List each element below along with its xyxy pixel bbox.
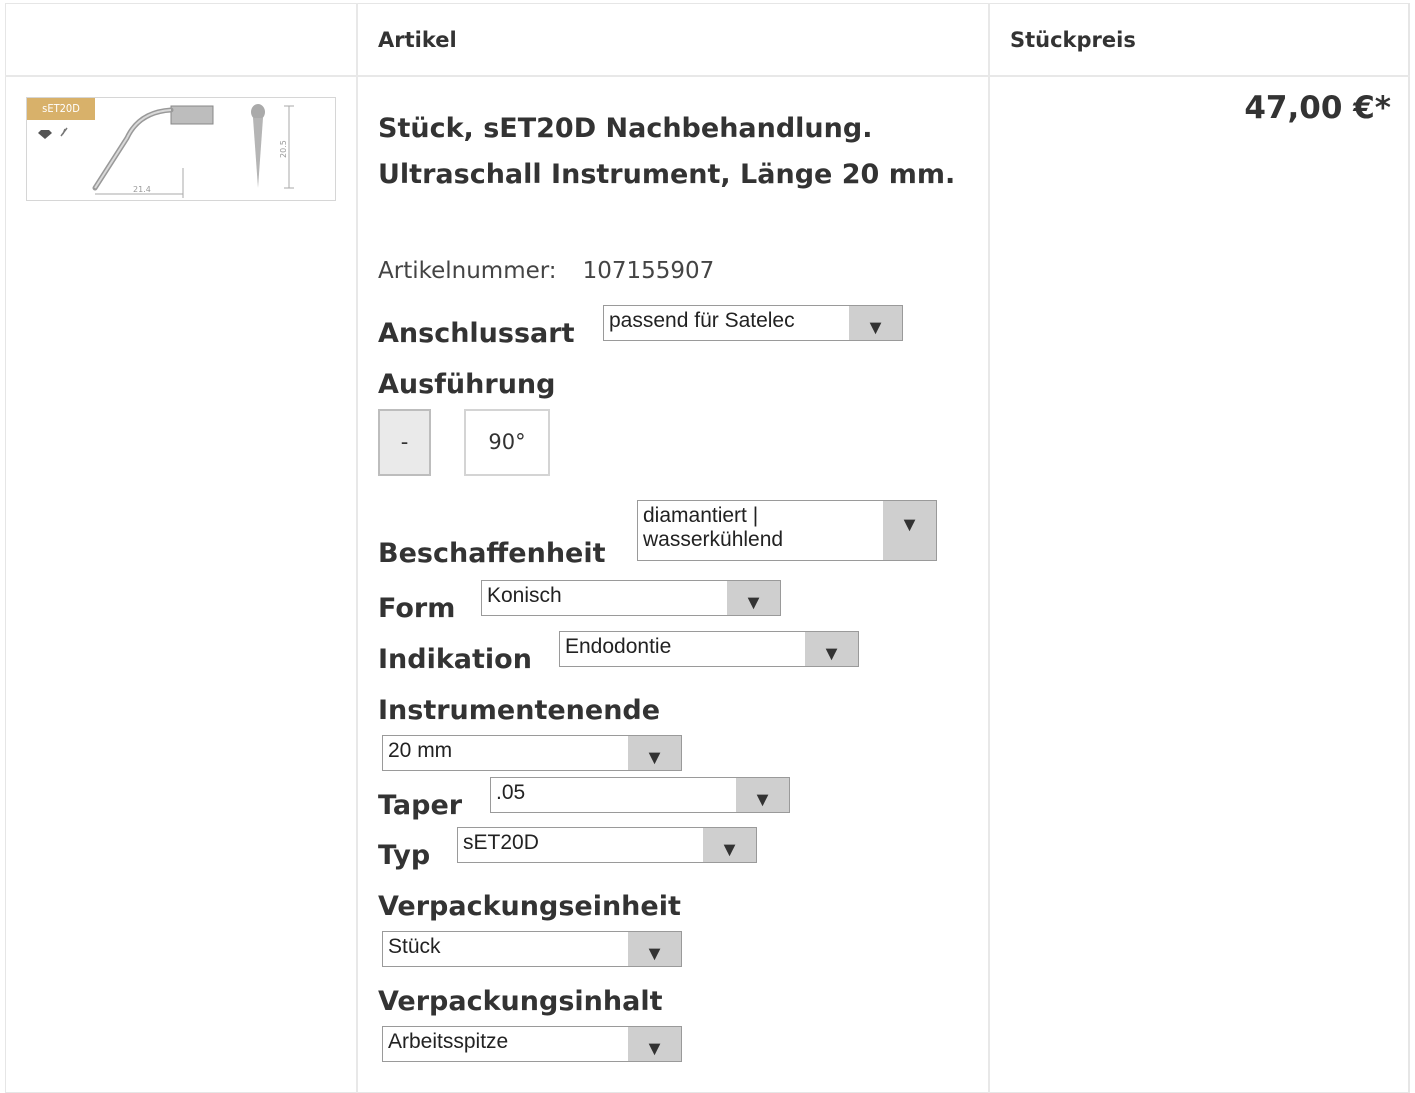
- dropdown-arrow-icon[interactable]: ▼: [849, 306, 902, 340]
- select-value: Endodontie: [565, 635, 672, 658]
- select-indikation[interactable]: Endodontie ▼: [559, 631, 859, 667]
- column-divider: [356, 3, 358, 1093]
- select-instrumentenende[interactable]: 20 mm ▼: [382, 735, 682, 771]
- select-value: diamantiert | wasserkühlend: [643, 504, 784, 551]
- option-label-verpackungsinhalt: Verpackungsinhalt: [378, 986, 663, 1017]
- column-header-unit-price: Stückpreis: [1010, 28, 1136, 52]
- option-label-verpackungseinheit: Verpackungseinheit: [378, 891, 681, 922]
- dimension-horizontal: 21.4: [133, 185, 151, 194]
- dropdown-arrow-icon[interactable]: ▼: [805, 632, 858, 666]
- option-label-form: Form: [378, 593, 456, 624]
- select-value: 20 mm: [388, 739, 453, 762]
- option-label-ausfuehrung: Ausführung: [378, 369, 556, 400]
- dropdown-arrow-icon[interactable]: ▼: [628, 932, 681, 966]
- article-number-label: Artikelnummer:: [378, 258, 557, 284]
- water-drop-icon: [60, 127, 68, 137]
- select-value: sET20D: [463, 831, 539, 854]
- dropdown-arrow-icon[interactable]: ▼: [727, 581, 780, 615]
- header-divider: [5, 75, 1410, 77]
- option-label-anschlussart: Anschlussart: [378, 318, 575, 349]
- column-divider: [988, 3, 990, 1093]
- select-value: .05: [496, 781, 526, 804]
- select-verpackungseinheit[interactable]: Stück ▼: [382, 931, 682, 967]
- select-beschaffenheit[interactable]: diamantiert | wasserkühlend ▼: [637, 500, 937, 561]
- select-value: Arbeitsspitze: [388, 1030, 509, 1053]
- option-label-indikation: Indikation: [378, 644, 532, 675]
- select-anschlussart[interactable]: passend für Satelec ▼: [603, 305, 903, 341]
- select-taper[interactable]: .05 ▼: [490, 777, 790, 813]
- option-label-instrumentenende: Instrumentenende: [378, 695, 661, 726]
- article-number: 107155907: [582, 258, 715, 284]
- option-button-90-degree[interactable]: 90°: [464, 409, 550, 476]
- product-image[interactable]: sET20D 21.4 20.5: [26, 97, 336, 201]
- column-header-article: Artikel: [378, 28, 457, 52]
- select-value: Stück: [388, 935, 441, 958]
- dimension-vertical: 20.5: [279, 140, 288, 158]
- dropdown-arrow-icon[interactable]: ▼: [628, 1027, 681, 1061]
- option-label-taper: Taper: [378, 790, 463, 821]
- select-value: passend für Satelec: [609, 309, 795, 332]
- instrument-drawing: 21.4 20.5: [38, 104, 294, 198]
- dropdown-arrow-icon[interactable]: ▼: [628, 736, 681, 770]
- article-number-row: Artikelnummer: 107155907: [378, 258, 714, 284]
- dropdown-arrow-icon[interactable]: ▼: [703, 828, 756, 862]
- unit-price: 47,00 €*: [1244, 90, 1391, 126]
- select-typ[interactable]: sET20D ▼: [457, 827, 757, 863]
- select-form[interactable]: Konisch ▼: [481, 580, 781, 616]
- select-verpackungsinhalt[interactable]: Arbeitsspitze ▼: [382, 1026, 682, 1062]
- select-value: Konisch: [487, 584, 562, 607]
- product-title[interactable]: Stück, sET20D Nachbehandlung. Ultraschal…: [378, 106, 958, 198]
- dropdown-arrow-icon[interactable]: ▼: [883, 501, 936, 560]
- option-label-typ: Typ: [378, 840, 431, 871]
- option-button-none[interactable]: -: [378, 409, 431, 476]
- option-label-beschaffenheit: Beschaffenheit: [378, 538, 606, 569]
- dropdown-arrow-icon[interactable]: ▼: [736, 778, 789, 812]
- diamond-icon: [38, 130, 52, 139]
